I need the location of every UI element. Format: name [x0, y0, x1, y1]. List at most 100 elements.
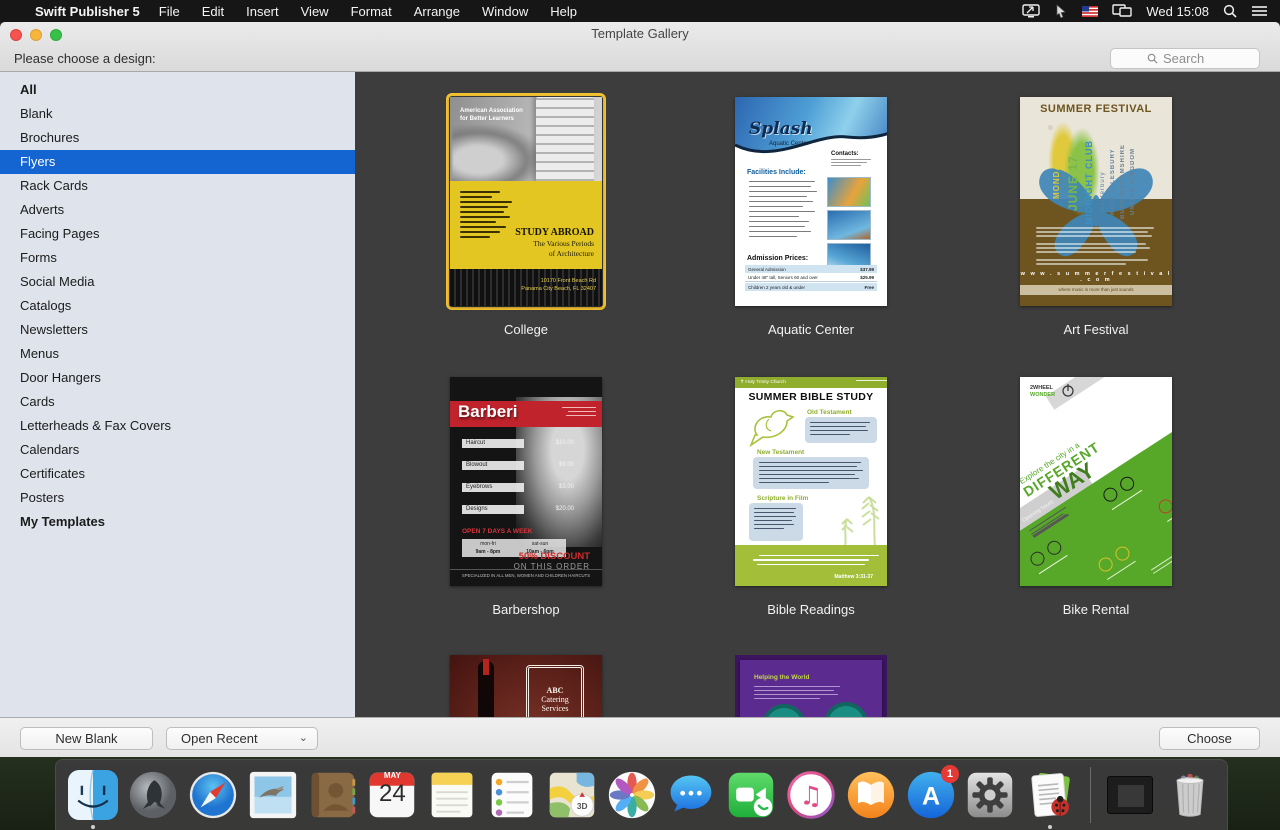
dock-notes-icon[interactable] — [425, 768, 480, 823]
dock-photos-icon[interactable] — [604, 768, 659, 823]
sidebar-item-brochures[interactable]: Brochures — [0, 126, 355, 150]
menu-view[interactable]: View — [290, 4, 340, 19]
dock: MAY 24 3D ♫ — [55, 759, 1228, 830]
dock-swift-publisher-icon[interactable] — [1023, 768, 1078, 823]
sidebar-item-blank[interactable]: Blank — [0, 102, 355, 126]
template-caption-barbershop: Barbershop — [426, 602, 626, 617]
svg-text:♫: ♫ — [799, 781, 822, 811]
template-card-catering[interactable]: ABC Catering Services — [450, 655, 602, 717]
dock-separator — [1090, 767, 1091, 823]
plants-graphic — [825, 487, 885, 547]
template-caption-art-festival: Art Festival — [996, 322, 1196, 337]
sidebar-item-catalogs[interactable]: Catalogs — [0, 294, 355, 318]
dock-ibooks-icon[interactable] — [843, 768, 898, 823]
sidebar-item-calendars[interactable]: Calendars — [0, 438, 355, 462]
spotlight-icon[interactable] — [1223, 4, 1237, 18]
sidebar-item-forms[interactable]: Forms — [0, 246, 355, 270]
sidebar-item-door-hangers[interactable]: Door Hangers — [0, 366, 355, 390]
template-caption-college: College — [426, 322, 626, 337]
template-card-college[interactable]: American Associationfor Better Learners — [450, 97, 602, 306]
splash-logo: Splash — [749, 119, 813, 139]
notification-center-icon[interactable] — [1251, 5, 1268, 17]
template-card-aquatic-center[interactable]: Splash Aquatic Center Contacts: Faciliti… — [735, 97, 887, 306]
choose-button[interactable]: Choose — [1159, 727, 1260, 750]
college-photo: American Associationfor Better Learners — [450, 97, 602, 181]
search-field[interactable] — [1110, 48, 1260, 69]
sidebar-item-posters[interactable]: Posters — [0, 486, 355, 510]
dock-mail-icon[interactable] — [245, 768, 300, 823]
template-caption-bible: Bible Readings — [711, 602, 911, 617]
window-bottom-bar: New Blank Open Recent ⌄ Choose — [0, 717, 1280, 757]
dock-minimized-window[interactable] — [1103, 768, 1158, 823]
college-title: STUDY ABROAD — [515, 227, 594, 238]
choose-design-prompt: Please choose a design: — [14, 51, 156, 66]
festival-url: w w w . s u m m e r f e s t i v a l . c … — [1020, 271, 1172, 283]
menu-help[interactable]: Help — [539, 4, 588, 19]
sidebar-item-certificates[interactable]: Certificates — [0, 462, 355, 486]
dock-reminders-icon[interactable] — [485, 768, 540, 823]
sidebar-item-menus[interactable]: Menus — [0, 342, 355, 366]
menu-arrange[interactable]: Arrange — [403, 4, 471, 19]
dock-contacts-icon[interactable] — [305, 768, 360, 823]
window-title: Template Gallery — [0, 26, 1280, 41]
screen-sharing-icon[interactable] — [1022, 4, 1040, 18]
new-blank-button[interactable]: New Blank — [20, 727, 153, 750]
dock-itunes-icon[interactable]: ♫ — [784, 768, 839, 823]
search-input[interactable] — [1163, 51, 1223, 66]
sidebar-item-all[interactable]: All — [0, 78, 355, 102]
menu-bar-clock[interactable]: Wed 15:08 — [1146, 4, 1209, 19]
dock-trash-icon[interactable] — [1162, 768, 1217, 823]
category-sidebar: All Blank Brochures Flyers Rack Cards Ad… — [0, 72, 355, 717]
window-title-bar[interactable]: Template Gallery — [0, 22, 1280, 47]
bike-rental-logo: 2WHEELWONDER — [1030, 385, 1055, 398]
input-source-flag-icon[interactable] — [1082, 6, 1098, 17]
sidebar-item-social-media[interactable]: Social Media — [0, 270, 355, 294]
unicycle-icon — [1060, 383, 1076, 397]
dock-facetime-icon[interactable] — [724, 768, 779, 823]
menu-bar: Swift Publisher 5 File Edit Insert View … — [0, 0, 1280, 22]
dock-system-preferences-icon[interactable] — [963, 768, 1018, 823]
sidebar-item-newsletters[interactable]: Newsletters — [0, 318, 355, 342]
dock-finder-icon[interactable] — [66, 768, 121, 823]
template-card-barbershop[interactable]: Barberi Haircut$10.00 Blowout$9.00 Eyebr… — [450, 377, 602, 586]
template-caption-aquatic: Aquatic Center — [711, 322, 911, 337]
template-gallery-grid: American Associationfor Better Learners — [355, 72, 1280, 717]
desktop: Swift Publisher 5 File Edit Insert View … — [0, 0, 1280, 830]
chevron-down-icon: ⌄ — [299, 728, 308, 749]
displays-icon[interactable] — [1112, 4, 1132, 18]
sidebar-item-cards[interactable]: Cards — [0, 390, 355, 414]
appstore-badge: 1 — [941, 765, 959, 783]
sidebar-item-my-templates[interactable]: My Templates — [0, 510, 355, 534]
menu-file[interactable]: File — [148, 4, 191, 19]
open-recent-dropdown[interactable]: Open Recent ⌄ — [166, 727, 318, 750]
sidebar-item-rack-cards[interactable]: Rack Cards — [0, 174, 355, 198]
dock-launchpad-icon[interactable] — [126, 768, 181, 823]
menu-insert[interactable]: Insert — [235, 4, 290, 19]
dock-safari-icon[interactable] — [186, 768, 241, 823]
template-card-bike-rental[interactable]: 2WHEELWONDER Explore the city in a DIFFE… — [1020, 377, 1172, 586]
search-icon — [1147, 53, 1158, 64]
cross-icon: ✝ Holy Trinity Church — [740, 377, 786, 388]
menu-edit[interactable]: Edit — [191, 4, 235, 19]
sidebar-item-flyers[interactable]: Flyers — [0, 150, 355, 174]
dock-messages-icon[interactable] — [664, 768, 719, 823]
dock-calendar-icon[interactable]: MAY 24 — [365, 768, 420, 823]
dock-appstore-icon[interactable]: A 1 — [903, 768, 958, 823]
cursor-status-icon[interactable] — [1054, 4, 1068, 19]
menu-format[interactable]: Format — [340, 4, 403, 19]
template-card-bible-readings[interactable]: ✝ Holy Trinity Church SUMMER BIBLE STUDY… — [735, 377, 887, 586]
dove-graphic — [743, 405, 799, 449]
sidebar-item-facing-pages[interactable]: Facing Pages — [0, 222, 355, 246]
template-card-art-festival[interactable]: SUMMER FESTIVAL MONDAY JUNE 17 — [1020, 97, 1172, 306]
svg-text:A: A — [922, 782, 940, 810]
sidebar-item-letterheads[interactable]: Letterheads & Fax Covers — [0, 414, 355, 438]
menu-window[interactable]: Window — [471, 4, 539, 19]
svg-text:3D: 3D — [577, 801, 588, 811]
sidebar-item-adverts[interactable]: Adverts — [0, 198, 355, 222]
summer-festival-title: SUMMER FESTIVAL — [1020, 103, 1172, 115]
template-card-helping-the-world[interactable]: Helping the World — [735, 655, 887, 717]
bible-study-title: SUMMER BIBLE STUDY — [735, 391, 887, 403]
app-menu-title[interactable]: Swift Publisher 5 — [35, 4, 140, 19]
dock-maps-icon[interactable]: 3D — [544, 768, 599, 823]
desktop-wallpaper: MAY 24 3D ♫ — [0, 757, 1280, 830]
